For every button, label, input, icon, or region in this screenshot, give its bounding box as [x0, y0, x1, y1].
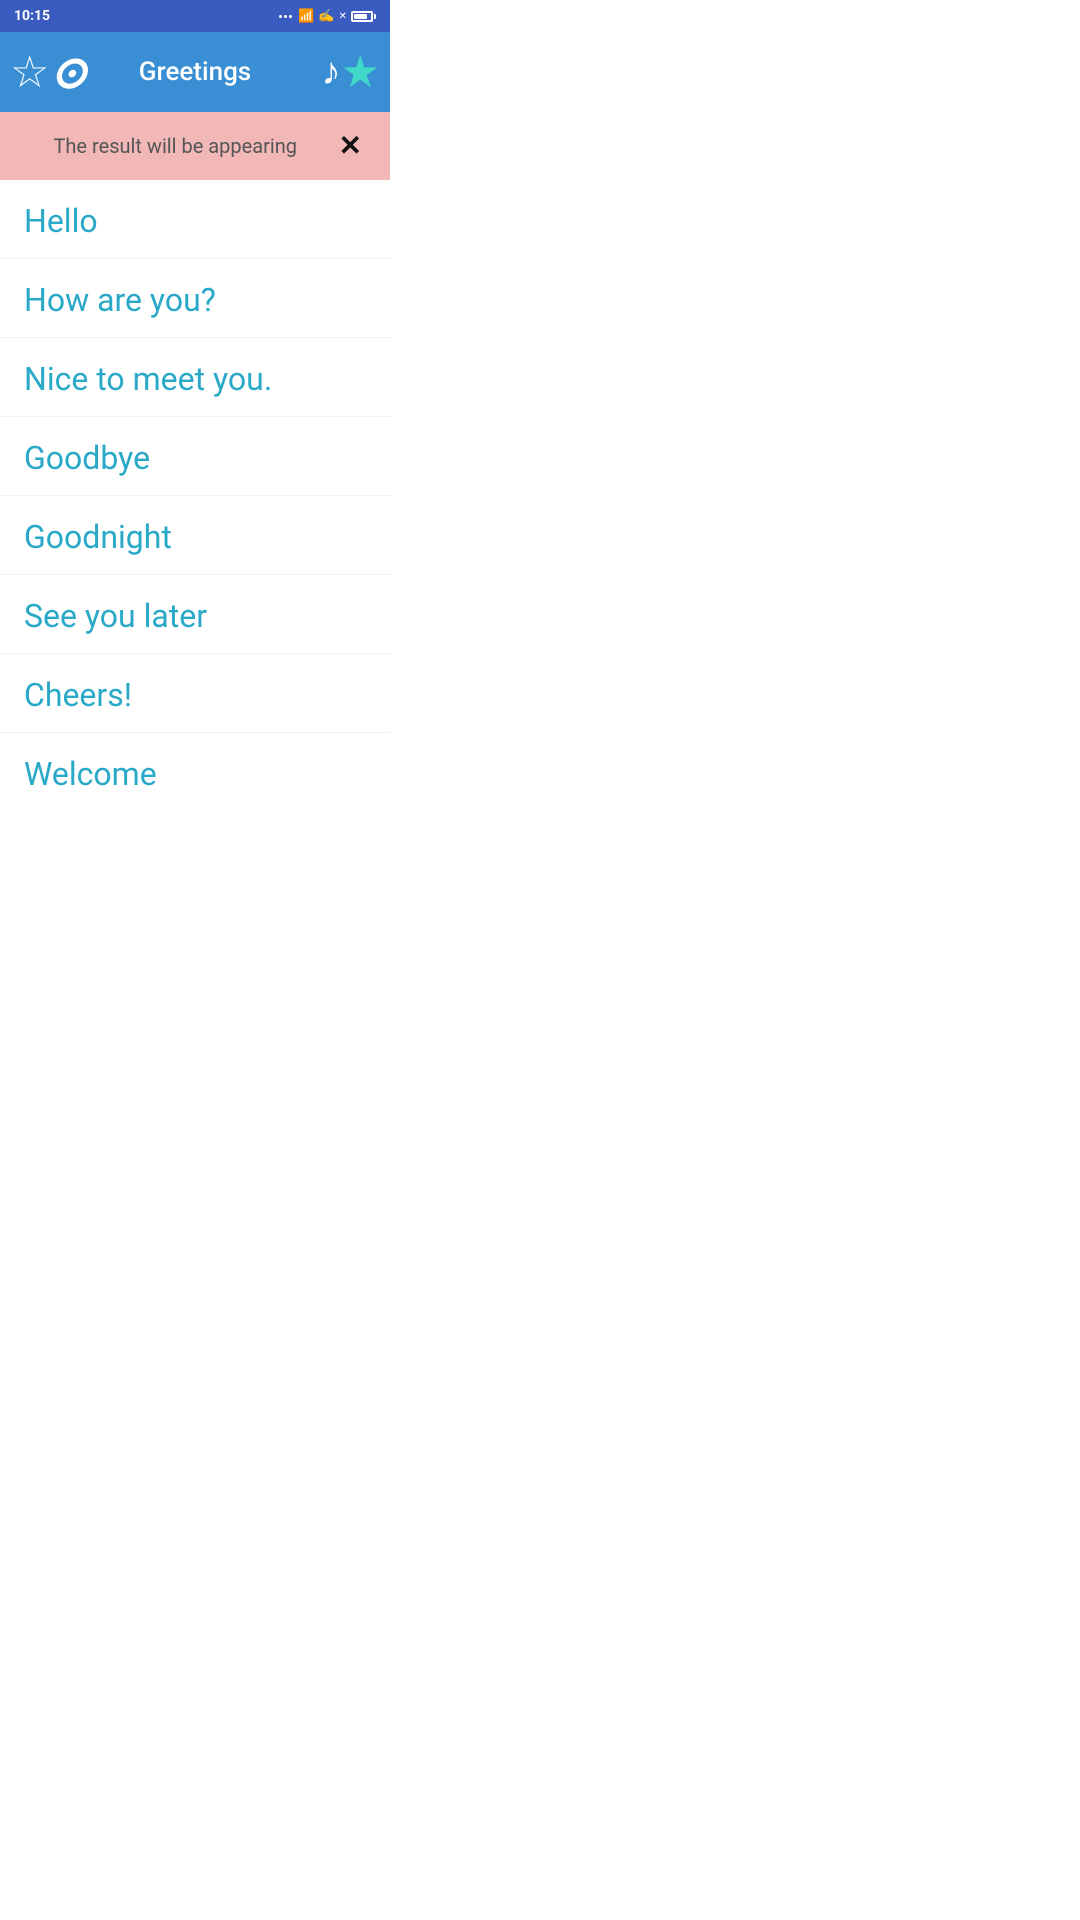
- notification-text: The result will be appearing: [20, 134, 331, 158]
- greeting-text: See you later: [24, 597, 207, 635]
- status-bar: 10:15 📶 ✍ ✕: [0, 0, 390, 32]
- greeting-text: Hello: [24, 202, 98, 240]
- list-item[interactable]: Goodbye: [0, 417, 390, 496]
- app-title: Greetings: [139, 57, 251, 87]
- list-item[interactable]: How are you?: [0, 259, 390, 338]
- music-note-icon: ♪: [322, 50, 341, 94]
- close-notification-button[interactable]: ✕: [331, 128, 370, 164]
- list-item[interactable]: Cheers!: [0, 654, 390, 733]
- list-item[interactable]: Hello: [0, 180, 390, 259]
- status-icons: 📶 ✍ ✕: [279, 9, 376, 24]
- app-header: ☆ ⊙ ♪ ★ Greetings: [0, 32, 390, 112]
- list-item[interactable]: Welcome: [0, 733, 390, 811]
- greeting-text: Cheers!: [24, 676, 132, 714]
- signal-x-icon: ✕: [339, 11, 347, 22]
- battery-icon: [351, 11, 376, 22]
- list-item[interactable]: Nice to meet you.: [0, 338, 390, 417]
- signal-icon: ✍: [318, 9, 334, 24]
- greeting-text: Goodnight: [24, 518, 172, 556]
- star-teal-icon: ★: [341, 46, 380, 98]
- greeting-text: Goodbye: [24, 439, 150, 477]
- list-item[interactable]: Goodnight: [0, 496, 390, 575]
- greeting-text: Welcome: [24, 755, 157, 793]
- logo-icon: ⊙: [49, 45, 88, 99]
- greeting-text: Nice to meet you.: [24, 360, 272, 398]
- greeting-text: How are you?: [24, 281, 216, 319]
- list-item[interactable]: See you later: [0, 575, 390, 654]
- notification-bar: The result will be appearing ✕: [0, 112, 390, 180]
- status-time: 10:15: [14, 8, 50, 24]
- star-outline-icon: ☆: [10, 50, 49, 94]
- wifi-icon: 📶: [298, 9, 314, 24]
- greeting-list: Hello How are you? Nice to meet you. Goo…: [0, 180, 390, 811]
- dots-icon: [279, 15, 292, 18]
